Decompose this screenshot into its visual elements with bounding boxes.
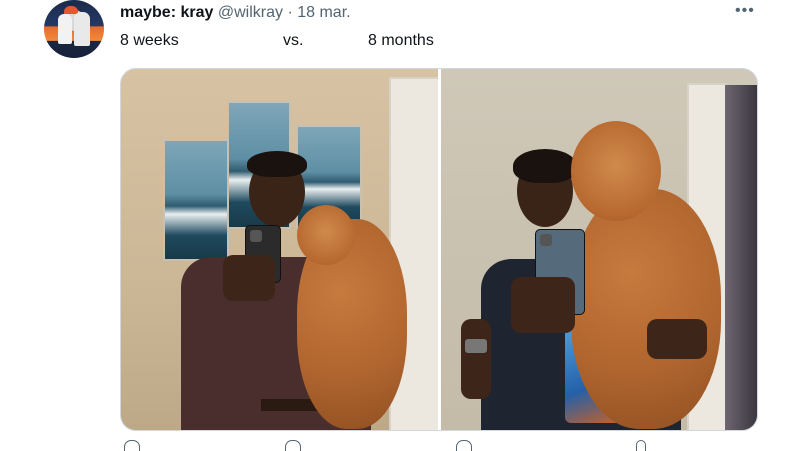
person-hair bbox=[247, 151, 307, 177]
user-handle[interactable]: @wilkray bbox=[218, 4, 283, 21]
dog-head bbox=[571, 121, 661, 221]
watch bbox=[465, 339, 487, 353]
person-hand bbox=[223, 255, 275, 301]
reply-icon[interactable] bbox=[124, 440, 140, 451]
person-hand bbox=[511, 277, 575, 333]
avatar-figure bbox=[74, 12, 90, 46]
puppy-head bbox=[297, 205, 355, 265]
avatar[interactable] bbox=[44, 0, 104, 58]
tweet-text-mid: vs. bbox=[283, 32, 304, 49]
share-icon[interactable] bbox=[636, 440, 646, 451]
person-hand bbox=[647, 319, 707, 359]
photo-8-months[interactable] bbox=[441, 69, 757, 430]
tweet-text-left: 8 weeks bbox=[120, 32, 179, 49]
dog-body bbox=[571, 189, 721, 429]
photo-8-weeks[interactable] bbox=[121, 69, 438, 430]
camera-icon bbox=[540, 234, 552, 246]
retweet-icon[interactable] bbox=[285, 440, 301, 451]
avatar-figure bbox=[58, 14, 72, 44]
open-doorway bbox=[725, 85, 757, 430]
like-icon[interactable] bbox=[456, 440, 472, 451]
person-hair bbox=[513, 149, 577, 183]
tweet-media[interactable] bbox=[120, 68, 758, 431]
tweet-header: maybe: kray @wilkray · 18 mar. bbox=[120, 3, 351, 23]
display-name[interactable]: maybe: kray bbox=[120, 4, 213, 21]
person-arm bbox=[461, 319, 491, 399]
tweet-date[interactable]: 18 mar. bbox=[297, 4, 350, 21]
wall-painting bbox=[163, 139, 229, 261]
tweet-text-right: 8 months bbox=[368, 32, 434, 49]
more-options-icon[interactable]: ••• bbox=[735, 2, 755, 20]
separator-dot: · bbox=[287, 4, 293, 21]
camera-icon bbox=[250, 230, 262, 242]
